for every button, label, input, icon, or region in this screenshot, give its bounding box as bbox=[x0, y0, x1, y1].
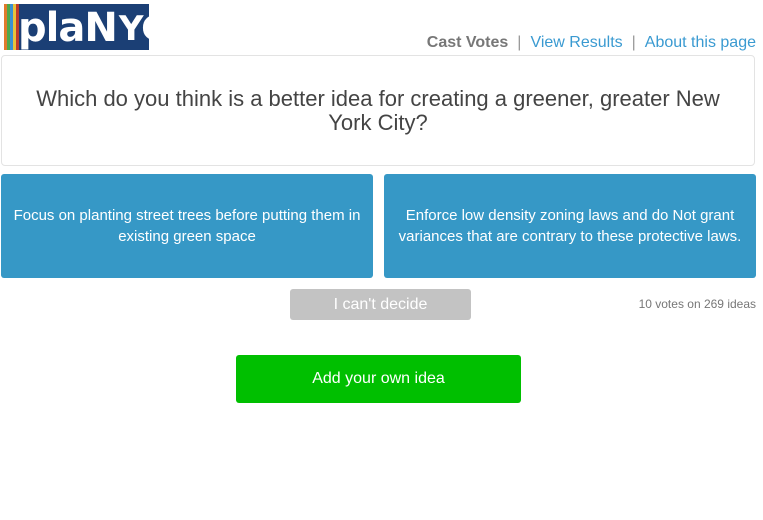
vote-count: 10 votes on 269 ideas bbox=[638, 297, 756, 311]
logo-wordmark: plaN YC bbox=[18, 6, 149, 50]
choice-left-button[interactable]: Focus on planting street trees before pu… bbox=[1, 174, 373, 278]
nav-separator: | bbox=[631, 34, 636, 51]
choice-right-button[interactable]: Enforce low density zoning laws and do N… bbox=[384, 174, 756, 278]
nav-view-results-link[interactable]: View Results bbox=[530, 34, 622, 52]
top-nav: Cast Votes | View Results | About this p… bbox=[427, 34, 756, 52]
planyc-logo[interactable]: plaN YC bbox=[4, 4, 149, 50]
question-panel: Which do you think is a better idea for … bbox=[1, 55, 755, 166]
cant-decide-button[interactable]: I can't decide bbox=[290, 289, 471, 320]
logo-text-nyc: YC bbox=[118, 9, 149, 49]
nav-cast-votes: Cast Votes bbox=[426, 34, 509, 51]
add-idea-button[interactable]: Add your own idea bbox=[236, 355, 521, 403]
page: plaN YC Cast Votes | View Results | Abou… bbox=[0, 0, 763, 520]
nav-separator: | bbox=[517, 34, 522, 51]
question-text: Which do you think is a better idea for … bbox=[36, 85, 720, 135]
logo-text-plan: plaN bbox=[18, 5, 118, 50]
nav-about-link[interactable]: About this page bbox=[645, 34, 756, 52]
